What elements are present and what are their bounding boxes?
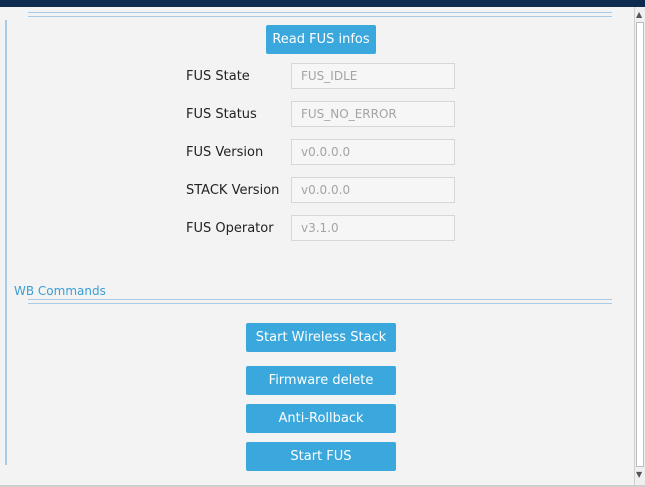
start-fus-button[interactable]: Start FUS	[246, 442, 396, 471]
fus-operator-label: FUS Operator	[186, 221, 274, 236]
anti-rollback-button[interactable]: Anti-Rollback	[246, 404, 396, 433]
scroll-up-arrow-icon[interactable]: ▲	[636, 10, 642, 20]
fus-state-field: FUS_IDLE	[291, 63, 455, 89]
title-bar	[0, 0, 645, 7]
fus-version-field: v0.0.0.0	[291, 139, 455, 165]
wb-commands-title: WB Commands	[14, 284, 106, 298]
firmware-delete-button[interactable]: Firmware delete	[246, 366, 396, 395]
start-wireless-stack-button[interactable]: Start Wireless Stack	[246, 323, 396, 352]
stack-version-field: v0.0.0.0	[291, 177, 455, 203]
section-border-line	[5, 20, 7, 465]
top-divider	[28, 12, 612, 17]
scroll-down-arrow-icon[interactable]: ▼	[636, 470, 642, 480]
fus-status-label: FUS Status	[186, 107, 257, 122]
fus-state-label: FUS State	[186, 69, 250, 84]
scrollbar-thumb[interactable]	[636, 22, 644, 467]
fus-version-label: FUS Version	[186, 145, 264, 160]
fus-status-field: FUS_NO_ERROR	[291, 101, 455, 127]
stack-version-label: STACK Version	[186, 183, 280, 198]
wb-commands-divider	[28, 299, 612, 304]
fus-operator-field: v3.1.0	[291, 215, 455, 241]
read-fus-infos-button[interactable]: Read FUS infos	[266, 25, 376, 54]
